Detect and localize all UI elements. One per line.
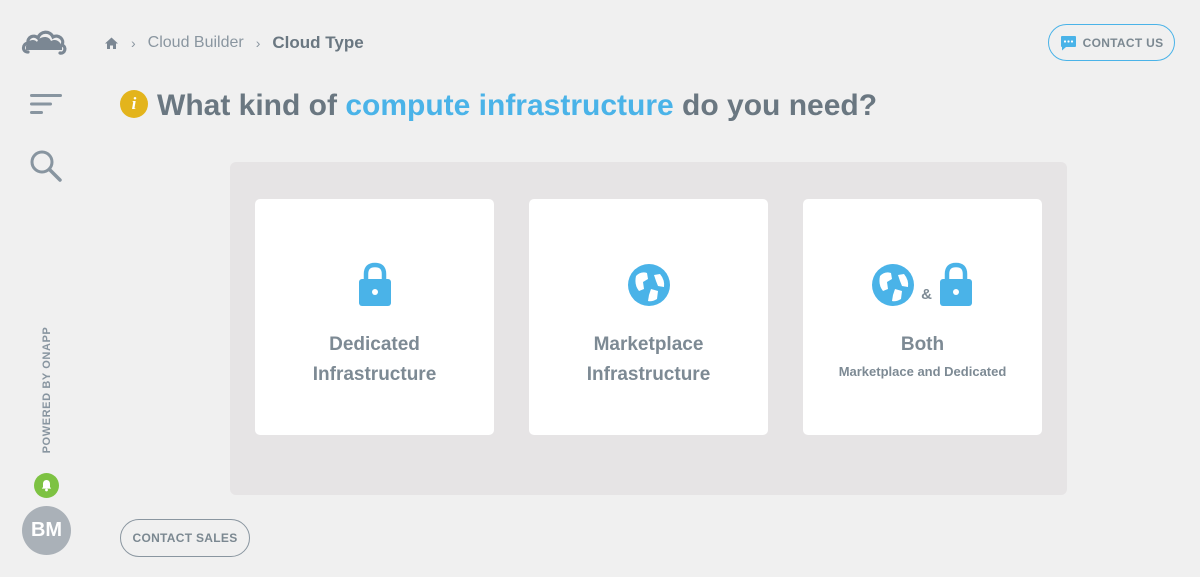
contact-sales-button[interactable]: CONTACT SALES — [120, 519, 250, 557]
ampersand-label: & — [921, 285, 932, 303]
menu-icon[interactable] — [30, 92, 62, 116]
sidebar: POWERED BY ONAPP BM — [0, 0, 90, 577]
title-suffix: do you need? — [673, 89, 878, 122]
chevron-right-icon: › — [255, 35, 261, 51]
option-marketplace[interactable]: Marketplace Infrastructure — [529, 199, 768, 435]
breadcrumb-cloud-builder[interactable]: Cloud Builder — [148, 34, 244, 52]
option-title-line2: Infrastructure — [312, 364, 437, 385]
contact-us-label: CONTACT US — [1082, 35, 1164, 50]
breadcrumb: › Cloud Builder › Cloud Type — [104, 33, 364, 53]
lock-icon — [358, 262, 391, 306]
globe-icon — [872, 264, 915, 306]
option-dedicated[interactable]: Dedicated Infrastructure — [255, 199, 494, 435]
avatar[interactable]: BM — [22, 506, 71, 555]
home-icon[interactable] — [104, 36, 119, 51]
option-title-line1: Dedicated — [329, 334, 420, 355]
notifications-button[interactable] — [34, 473, 59, 498]
cloud-type-options: Dedicated Infrastructure Marketplace Inf… — [230, 162, 1067, 495]
cloud-logo-icon[interactable] — [20, 26, 68, 58]
option-subtitle: Marketplace and Dedicated — [838, 364, 1007, 379]
search-icon[interactable] — [29, 149, 63, 183]
powered-by-label: POWERED BY ONAPP — [41, 326, 53, 454]
contact-us-button[interactable]: CONTACT US — [1048, 24, 1175, 61]
option-title-line1: Marketplace — [593, 334, 704, 355]
page-title: What kind of compute infrastructure do y… — [157, 89, 877, 123]
info-icon[interactable]: i — [120, 90, 148, 118]
title-prefix: What kind of — [157, 89, 346, 122]
option-title-line2: Infrastructure — [586, 364, 711, 385]
breadcrumb-current: Cloud Type — [272, 33, 364, 52]
chevron-right-icon: › — [131, 35, 136, 51]
option-title: Both — [900, 334, 945, 355]
bell-icon — [41, 480, 52, 492]
chat-icon — [1060, 35, 1076, 50]
contact-sales-label: CONTACT SALES — [132, 531, 238, 545]
option-both[interactable]: & Both Marketplace and Dedicated — [803, 199, 1042, 435]
lock-icon — [939, 262, 972, 306]
globe-icon — [627, 264, 670, 306]
title-highlight: compute infrastructure — [345, 89, 674, 122]
